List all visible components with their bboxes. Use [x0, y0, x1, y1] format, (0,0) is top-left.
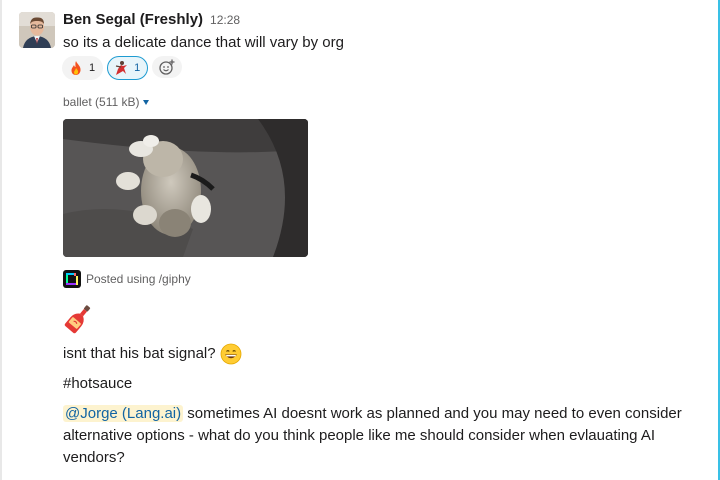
user-mention[interactable]: @Jorge (Lang.ai) — [63, 405, 184, 422]
timestamp[interactable]: 12:28 — [210, 13, 240, 27]
left-divider — [0, 0, 2, 480]
avatar[interactable] — [19, 12, 55, 48]
attachment-name: ballet (511 kB) — [63, 95, 140, 109]
posted-using-text: Posted using /giphy — [86, 272, 191, 286]
message-text: @Jorge (Lang.ai) sometimes AI doesnt wor… — [63, 403, 703, 469]
dancer-icon — [116, 61, 128, 75]
message-text: so its a delicate dance that will vary b… — [63, 34, 344, 51]
reaction-count: 1 — [89, 62, 96, 74]
add-emoji-icon — [159, 59, 175, 75]
giphy-icon — [63, 270, 81, 288]
reaction-fire[interactable]: 1 — [62, 56, 104, 80]
reaction-dancer[interactable]: 1 — [107, 56, 149, 80]
gif-image[interactable] — [63, 119, 308, 257]
message-text: isnt that his bat signal? — [63, 343, 242, 365]
reactions-bar: 1 1 — [62, 56, 183, 80]
add-reaction-button[interactable] — [152, 56, 183, 78]
hot-sauce-icon — [64, 305, 91, 334]
message-header: Ben Segal (Freshly) 12:28 — [63, 11, 240, 29]
fire-icon — [71, 61, 81, 75]
attachment-label[interactable]: ballet (511 kB) — [63, 95, 150, 109]
hashtag-text: #hotsauce — [63, 375, 133, 392]
author-name[interactable]: Ben Segal (Freshly) — [63, 11, 203, 28]
grinning-face-icon — [220, 343, 241, 365]
reaction-count: 1 — [134, 62, 141, 74]
chevron-down-icon[interactable] — [143, 100, 150, 105]
giphy-attribution: Posted using /giphy — [63, 270, 191, 288]
message-text-line: isnt that his bat signal? — [63, 345, 216, 362]
